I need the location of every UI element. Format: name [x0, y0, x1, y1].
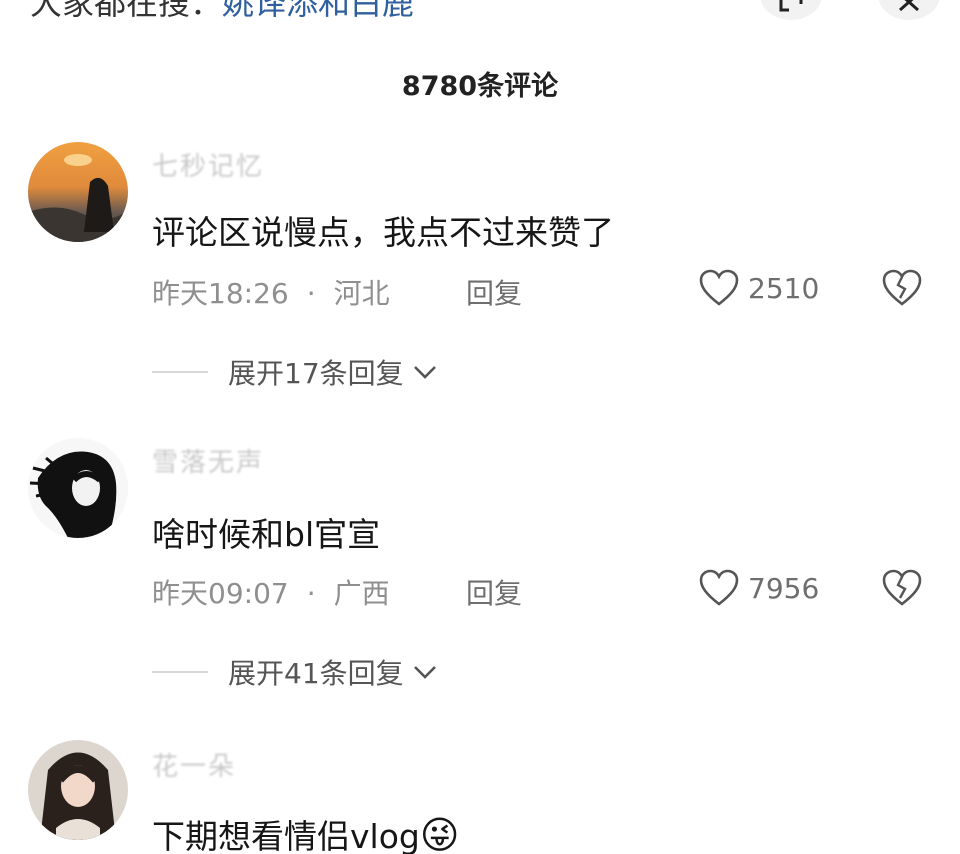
expand-replies-label: 展开17条回复	[228, 357, 404, 390]
search-suggestion[interactable]: 大家都在搜：姚译添和白鹿	[30, 0, 443, 24]
meta-separator: ·	[306, 577, 316, 610]
expand-replies-button[interactable]: 展开41条回复	[152, 652, 438, 692]
dislike-button[interactable]	[880, 268, 924, 312]
close-button[interactable]	[878, 0, 940, 20]
heart-icon	[699, 269, 739, 306]
search-suggestion-keyword[interactable]: 姚译添和白鹿	[222, 0, 414, 22]
comment-count: 8780条评论	[401, 71, 559, 102]
comment-username[interactable]: 花一朵	[152, 746, 236, 783]
comment-time: 昨天18:26	[152, 277, 289, 310]
comment-item: 雪落无声 啥时候和bl官宣 昨天09:07 · 广西 回复 7956 展开41条回复	[0, 438, 960, 738]
comment-item: 七秒记忆 评论区说慢点，我点不过来赞了 昨天18:26 · 河北 回复 2510 展…	[0, 142, 960, 442]
dislike-button[interactable]	[880, 568, 924, 612]
avatar[interactable]	[28, 142, 128, 242]
like-count: 2510	[748, 271, 820, 305]
comment-text: 下期想看情侣vlog😜	[152, 810, 459, 854]
like-count: 7956	[748, 571, 820, 605]
divider-line	[152, 671, 208, 673]
reply-button[interactable]: 回复	[466, 572, 522, 612]
divider-line	[152, 371, 208, 373]
avatar[interactable]	[28, 438, 128, 538]
expand-button[interactable]	[760, 0, 822, 20]
like-button[interactable]: 2510	[698, 268, 819, 308]
expand-icon	[779, 0, 803, 12]
expand-replies-label: 展开41条回复	[228, 657, 404, 690]
broken-heart-icon	[882, 569, 922, 606]
comment-meta: 昨天18:26 · 河北	[152, 272, 390, 312]
comment-meta: 昨天09:07 · 广西	[152, 572, 390, 612]
avatar[interactable]	[28, 740, 128, 840]
comment-text-body: 下期想看情侣vlog	[152, 817, 420, 854]
like-button[interactable]: 7956	[698, 568, 819, 608]
comment-text: 评论区说慢点，我点不过来赞了	[152, 213, 614, 252]
chevron-down-icon	[413, 666, 436, 679]
reply-button[interactable]: 回复	[466, 272, 522, 312]
comment-text: 啥时候和bl官宣	[152, 515, 381, 554]
comment-username[interactable]: 七秒记忆	[152, 146, 264, 183]
search-icon[interactable]	[414, 0, 443, 6]
expand-replies-button[interactable]: 展开17条回复	[152, 352, 438, 392]
wink-emoji-icon: 😜	[419, 813, 460, 854]
top-bar: 大家都在搜：姚译添和白鹿	[0, 0, 960, 28]
comment-location: 广西	[333, 577, 390, 610]
heart-icon	[699, 569, 739, 606]
search-suggestion-prefix: 大家都在搜：	[30, 0, 223, 22]
comment-time: 昨天09:07	[152, 577, 289, 610]
meta-separator: ·	[306, 277, 316, 310]
comment-item: 花一朵 下期想看情侣vlog😜	[0, 740, 960, 854]
broken-heart-icon	[882, 269, 922, 306]
close-icon	[899, 0, 919, 12]
comment-username[interactable]: 雪落无声	[152, 442, 264, 479]
chevron-down-icon	[413, 366, 436, 379]
comment-location: 河北	[333, 277, 390, 310]
